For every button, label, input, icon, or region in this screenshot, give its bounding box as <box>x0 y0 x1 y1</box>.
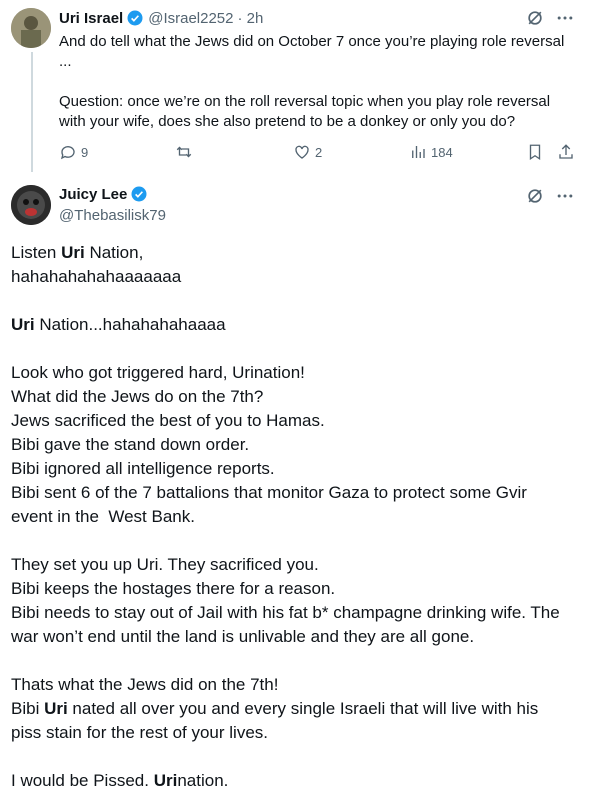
handle[interactable]: @Thebasilisk79 <box>59 207 166 224</box>
tweet-line: Jews sacrificed the best of you to Hamas… <box>11 409 581 433</box>
like-button[interactable]: 2 <box>293 143 322 161</box>
text-segment: Look who got triggered hard, Urination! <box>11 363 305 382</box>
text-segment: Bibi <box>11 699 45 718</box>
bold-text: Uri <box>61 243 85 262</box>
more-icon[interactable] <box>555 8 575 28</box>
tweet-line <box>11 745 581 769</box>
text-segment: Listen <box>11 243 62 262</box>
retweet-button[interactable] <box>175 143 193 161</box>
bookmark-button[interactable] <box>526 143 544 161</box>
text-segment: nation. <box>177 771 229 790</box>
text-segment: Nation...hahahahahaaaa <box>34 315 226 334</box>
text-segment: Bibi keeps the hostages there for a reas… <box>11 579 336 598</box>
avatar[interactable] <box>11 185 51 225</box>
bold-text: Uri <box>153 771 178 790</box>
tweet-line: Bibi ignored all intelligence reports. <box>11 457 581 481</box>
tweet-top-actions <box>525 8 575 28</box>
tweet-line <box>11 337 581 361</box>
display-name[interactable]: Uri Israel <box>59 10 123 27</box>
text-segment: hahahahahahaaaaaaa <box>11 267 182 286</box>
text-segment: Bibi sent 6 of the 7 battalions that mon… <box>11 483 527 502</box>
text-segment: Jews sacrificed the best of you to Hamas… <box>11 411 325 430</box>
tweet-text: And do tell what the Jews did on October… <box>59 33 565 130</box>
view-count: 184 <box>431 144 453 160</box>
bookmark-icon <box>529 144 541 161</box>
text-segment: Bibi gave the stand down order. <box>11 435 250 454</box>
retweet-icon <box>176 146 192 158</box>
tweet-line <box>11 529 581 553</box>
tweet-line: war won’t end until the land is unlivabl… <box>11 625 581 649</box>
views-icon <box>412 146 425 158</box>
tweet-line: Bibi Uri nated all over you and every si… <box>11 697 581 721</box>
tweet-line: They set you up Uri. They sacrificed you… <box>11 553 581 577</box>
avatar[interactable] <box>11 8 51 48</box>
text-segment: war won’t end until the land is unlivabl… <box>11 627 475 646</box>
tweet-line: Bibi needs to stay out of Jail with his … <box>11 601 581 625</box>
tweet-line: Thats what the Jews did on the 7th! <box>11 673 581 697</box>
text-segment: What did the Jews do on the 7th? <box>11 387 264 406</box>
text-segment: nated all over you and every single Isra… <box>67 699 539 718</box>
tweet-line: Bibi gave the stand down order. <box>11 433 581 457</box>
tweet-line: Uri Nation...hahahahahaaaa <box>11 313 581 337</box>
more-icon[interactable] <box>555 186 575 206</box>
tweet-line: piss stain for the rest of your lives. <box>11 721 581 745</box>
reply-icon <box>60 146 75 160</box>
grok-icon[interactable] <box>525 186 545 206</box>
tweet-line: What did the Jews do on the 7th? <box>11 385 581 409</box>
like-icon <box>295 145 309 159</box>
bold-text: Uri <box>44 699 68 718</box>
text-segment: Thats what the Jews did on the 7th! <box>11 675 279 694</box>
bold-text: Uri <box>11 315 35 334</box>
grok-icon[interactable] <box>525 8 545 28</box>
text-segment: Bibi ignored all intelligence reports. <box>11 459 275 478</box>
text-segment: Nation, <box>84 243 144 262</box>
text-segment: event in the West Bank. <box>11 507 195 526</box>
tweet-top-actions <box>525 186 575 206</box>
share-icon <box>559 144 573 159</box>
tweet-line <box>11 649 581 673</box>
reply-count: 9 <box>81 144 89 160</box>
tweet-line: Bibi keeps the hostages there for a reas… <box>11 577 581 601</box>
verified-icon <box>127 10 143 26</box>
tweet-line: event in the West Bank. <box>11 505 581 529</box>
tweet-line: Listen Uri Nation, <box>11 241 581 265</box>
like-count: 2 <box>315 144 323 160</box>
tweet-actions: 9 2 184 <box>59 143 579 165</box>
tweet-line: hahahahahahaaaaaaa <box>11 265 581 289</box>
text-segment: piss stain for the rest of your lives. <box>11 723 268 742</box>
tweet-header: Juicy Lee <box>59 185 148 203</box>
tweet-line: I would be Pissed. Urination. <box>11 769 581 793</box>
timestamp[interactable]: · 2h <box>238 10 264 27</box>
text-segment: I would be Pissed. <box>11 771 154 790</box>
text-segment: They set you up Uri. They sacrificed you… <box>11 555 319 574</box>
reply-button[interactable]: 9 <box>59 143 88 161</box>
tweet-line: Look who got triggered hard, Urination! <box>11 361 581 385</box>
tweet-line <box>11 289 581 313</box>
text-segment: Bibi needs to stay out of Jail with his … <box>11 603 560 622</box>
tweet-line: Bibi sent 6 of the 7 battalions that mon… <box>11 481 581 505</box>
views-button[interactable]: 184 <box>409 143 453 161</box>
thread-line <box>31 52 33 172</box>
tweet-header: Uri Israel @Israel2252 · 2h <box>59 9 263 27</box>
handle[interactable]: @Israel2252 <box>148 10 233 27</box>
share-button[interactable] <box>557 143 575 161</box>
tweet-text: Listen Uri Nation, hahahahahahaaaaaaa Uri … <box>11 241 581 793</box>
display-name[interactable]: Juicy Lee <box>59 186 127 203</box>
verified-icon <box>131 186 147 202</box>
